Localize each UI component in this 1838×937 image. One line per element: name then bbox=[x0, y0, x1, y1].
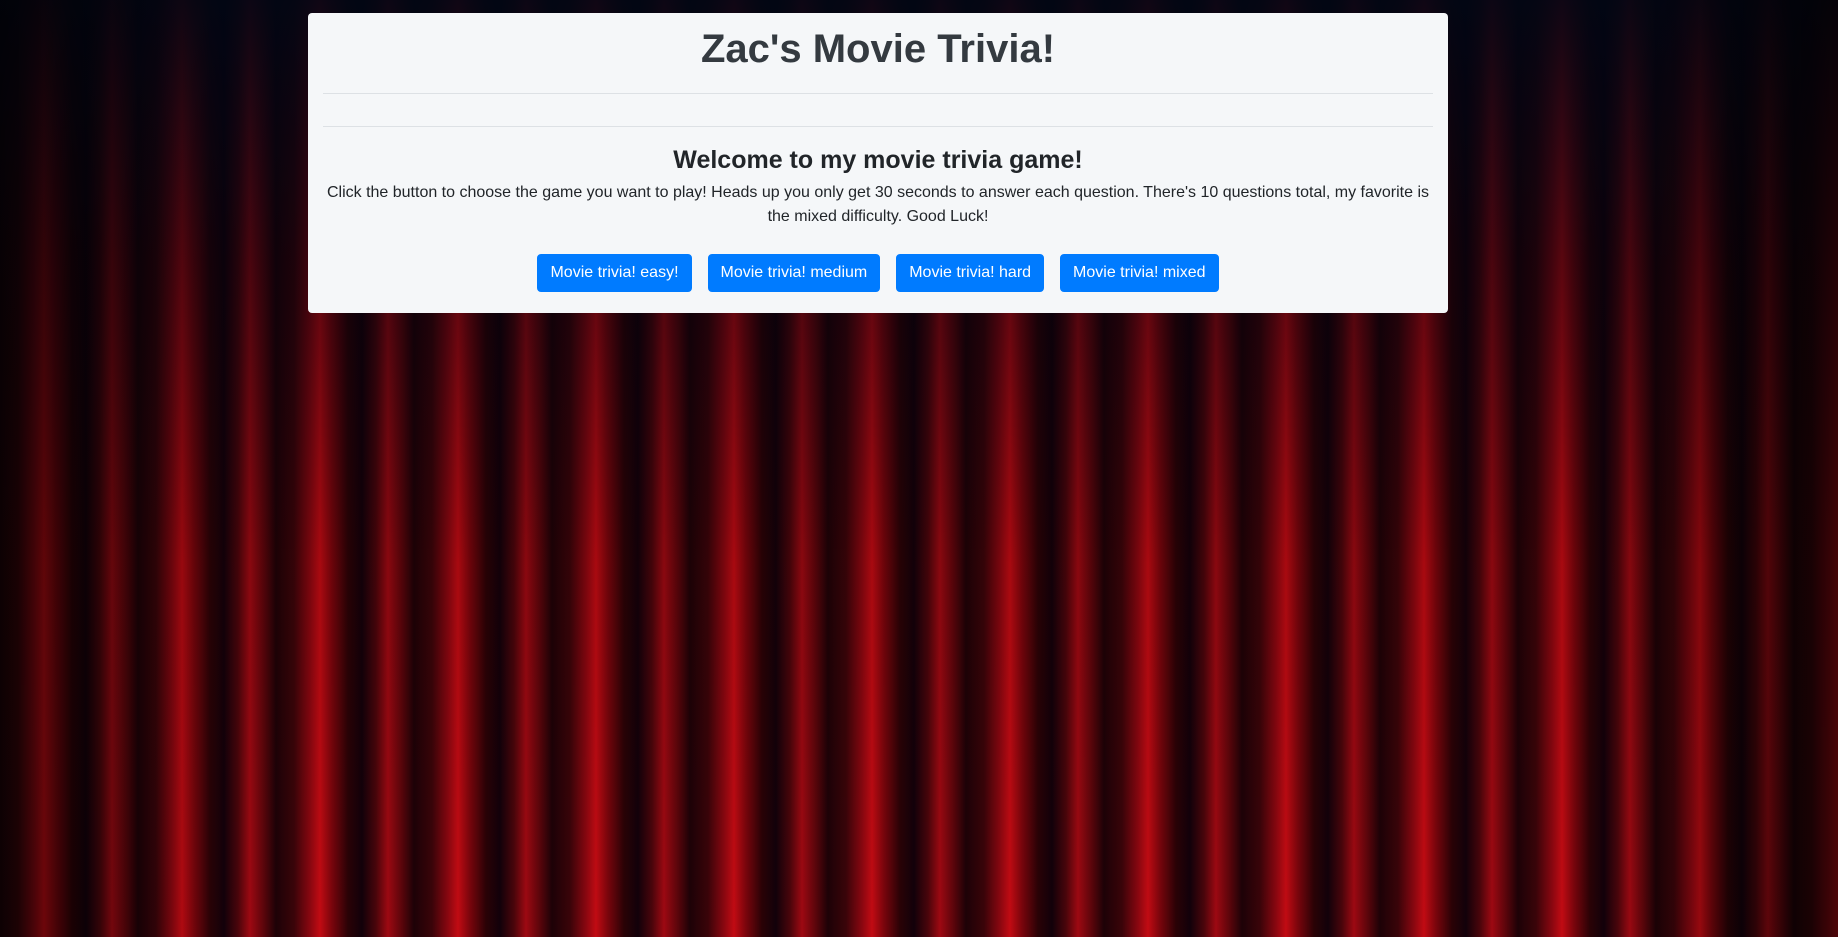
page-title: Zac's Movie Trivia! bbox=[700, 27, 1056, 71]
medium-game-button[interactable]: Movie trivia! medium bbox=[707, 254, 881, 292]
mixed-game-button[interactable]: Movie trivia! mixed bbox=[1060, 254, 1219, 292]
easy-game-button[interactable]: Movie trivia! easy! bbox=[537, 254, 692, 292]
main-card: Zac's Movie Trivia! Welcome to my movie … bbox=[308, 13, 1448, 313]
hard-game-button[interactable]: Movie trivia! hard bbox=[896, 254, 1045, 292]
intro-text: Click the button to choose the game you … bbox=[326, 184, 1430, 225]
content-divider bbox=[323, 126, 1433, 127]
welcome-heading: Welcome to my movie trivia game! bbox=[673, 146, 1083, 174]
title-divider bbox=[323, 93, 1433, 94]
game-button-group: Movie trivia! easy! Movie trivia! medium… bbox=[323, 254, 1433, 292]
